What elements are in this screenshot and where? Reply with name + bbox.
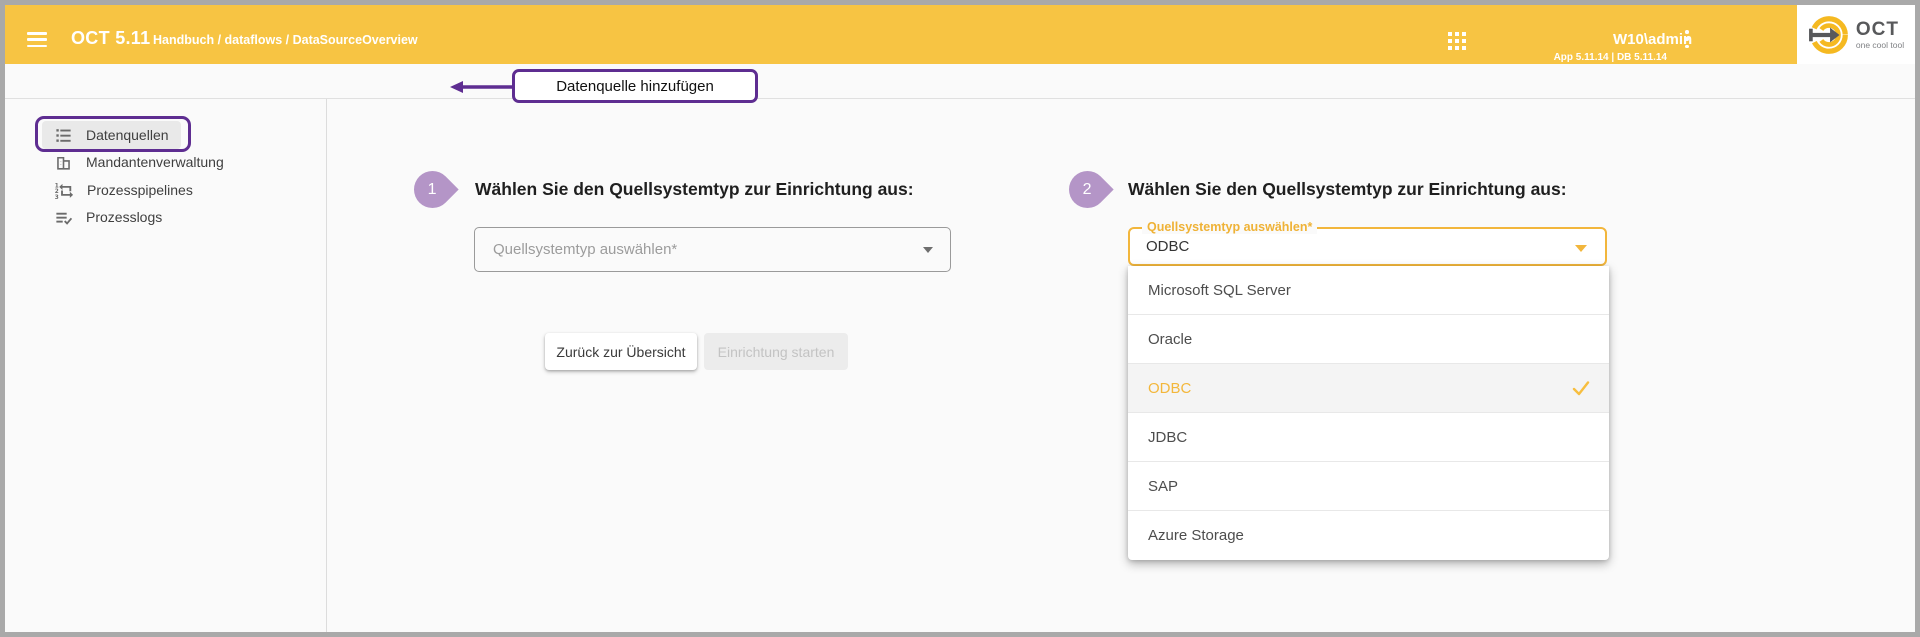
apps-grid-icon[interactable] — [1448, 32, 1466, 55]
sidebar-item-datenquellen[interactable]: Datenquellen — [42, 121, 181, 149]
data-list-icon — [56, 128, 71, 142]
svg-text:3: 3 — [55, 194, 59, 199]
app-header: OCT 5.11 Handbuch / dataflows / DataSour… — [5, 5, 1915, 64]
sidebar-item-prozesspipelines[interactable]: 1 2 3 Prozesspipelines — [42, 176, 205, 204]
option-oracle[interactable]: Oracle — [1128, 315, 1609, 364]
toolbar — [5, 64, 1915, 99]
breadcrumb: Handbuch / dataflows / DataSourceOvervie… — [153, 33, 418, 47]
app-title: OCT 5.11 — [71, 28, 151, 48]
step-1-heading: Wählen Sie den Quellsystemtyp zur Einric… — [475, 179, 914, 199]
option-microsoft-sql-server[interactable]: Microsoft SQL Server — [1128, 266, 1609, 315]
sidebar-item-mandantenverwaltung[interactable]: Mandantenverwaltung — [42, 148, 236, 176]
numbered-list-loop-icon: 1 2 3 — [55, 183, 74, 200]
option-sap[interactable]: SAP — [1128, 462, 1609, 511]
annotation-callout: Datenquelle hinzufügen — [512, 69, 758, 103]
quellsystemtyp-options-list: Microsoft SQL Server Oracle ODBC JDBC SA… — [1128, 266, 1609, 560]
step-2-badge: 2 — [1061, 163, 1114, 216]
sidebar-item-prozesslogs[interactable]: Prozesslogs — [42, 203, 174, 231]
kebab-menu-icon[interactable] — [1684, 30, 1690, 48]
hamburger-menu-icon[interactable] — [27, 32, 47, 47]
select-value: ODBC — [1146, 238, 1190, 255]
building-icon — [57, 156, 70, 170]
app-window: OCT 5.11 Handbuch / dataflows / DataSour… — [0, 0, 1920, 637]
quellsystemtyp-select-focused[interactable]: Quellsystemtyp auswählen* ODBC — [1128, 220, 1607, 266]
sidebar-item-label: Datenquellen — [86, 127, 169, 143]
check-icon — [1572, 381, 1590, 396]
oct-logo-icon — [1808, 15, 1848, 54]
option-odbc[interactable]: ODBC — [1128, 364, 1609, 413]
logo-tagline: one cool tool — [1855, 39, 1905, 50]
sidebar-item-label: Prozesslogs — [86, 209, 163, 225]
back-to-overview-button[interactable]: Zurück zur Übersicht — [545, 333, 697, 370]
select-placeholder: Quellsystemtyp auswählen* — [493, 241, 678, 258]
sidebar-item-label: Mandantenverwaltung — [86, 154, 224, 170]
sidebar-divider — [326, 64, 327, 632]
sidebar-item-label: Prozesspipelines — [87, 182, 193, 198]
quellsystemtyp-select[interactable]: Quellsystemtyp auswählen* — [474, 227, 951, 272]
user-menu[interactable]: W10\admin — [1613, 31, 1692, 48]
option-azure-storage[interactable]: Azure Storage — [1128, 511, 1609, 560]
step-1-badge: 1 — [406, 163, 459, 216]
logo-wordmark: OCT — [1855, 18, 1899, 40]
annotation-arrow-icon — [450, 81, 512, 93]
brand-logo: OCT one cool tool — [1797, 5, 1915, 64]
start-setup-button[interactable]: Einrichtung starten — [704, 333, 848, 370]
option-jdbc[interactable]: JDBC — [1128, 413, 1609, 462]
chevron-down-icon — [923, 247, 933, 253]
select-floating-label: Quellsystemtyp auswählen* — [1142, 220, 1318, 234]
list-check-icon — [56, 212, 73, 225]
version-text: App 5.11.14 | DB 5.11.14 — [1553, 52, 1667, 63]
chevron-down-icon — [1575, 245, 1587, 252]
step-2-heading: Wählen Sie den Quellsystemtyp zur Einric… — [1128, 179, 1567, 199]
